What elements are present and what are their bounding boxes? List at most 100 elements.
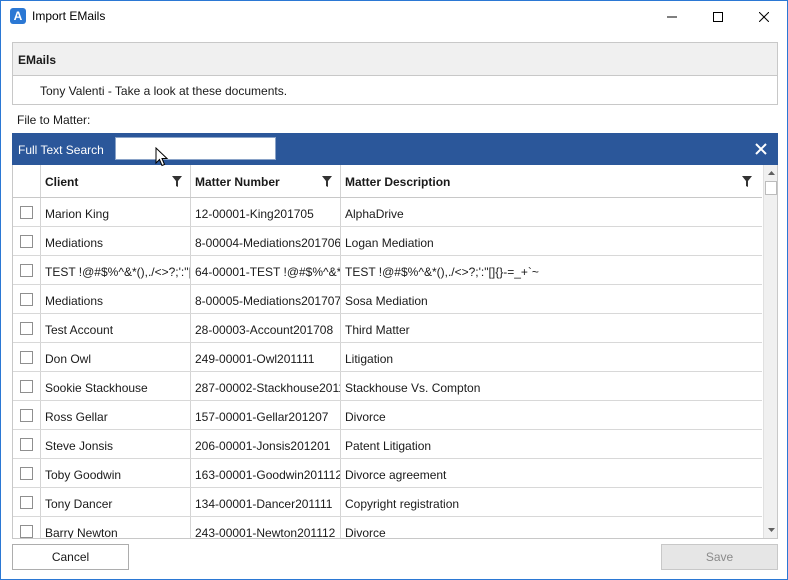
table-row[interactable]: Marion King 12-00001-King201705 AlphaDri… xyxy=(13,198,762,227)
row-checkbox[interactable] xyxy=(20,263,33,277)
client-cell[interactable]: Don Owl xyxy=(41,343,191,371)
row-checkbox-cell[interactable] xyxy=(13,372,41,400)
matter-number-cell[interactable]: 134-00001-Dancer201111 xyxy=(191,488,341,516)
row-checkbox-cell[interactable] xyxy=(13,314,41,342)
title-bar[interactable]: A Import EMails xyxy=(1,1,787,32)
matter-number-cell[interactable]: 28-00003-Account201708 xyxy=(191,314,341,342)
row-checkbox[interactable] xyxy=(20,321,33,335)
clear-search-icon[interactable] xyxy=(753,141,769,157)
matter-number-cell[interactable]: 64-00001-TEST !@#$%^&* xyxy=(191,256,341,284)
matter-description-cell[interactable]: Litigation xyxy=(341,343,762,371)
row-checkbox[interactable] xyxy=(20,466,33,480)
matter-number-cell[interactable]: 287-00002-Stackhouse2011 xyxy=(191,372,341,400)
filter-icon[interactable] xyxy=(742,176,752,187)
column-header-client[interactable]: Client xyxy=(41,165,191,197)
matter-number-cell[interactable]: 12-00001-King201705 xyxy=(191,198,341,226)
matter-description-cell[interactable]: Third Matter xyxy=(341,314,762,342)
row-checkbox-cell[interactable] xyxy=(13,198,41,226)
matter-number-cell[interactable]: 8-00004-Mediations201706 xyxy=(191,227,341,255)
matter-description-cell[interactable]: Divorce xyxy=(341,401,762,429)
client-cell[interactable]: Mediations xyxy=(41,227,191,255)
table-row[interactable]: Toby Goodwin 163-00001-Goodwin201112 Div… xyxy=(13,459,762,488)
matter-description-cell[interactable]: Logan Mediation xyxy=(341,227,762,255)
matters-grid: Client Matter Number Matter Description … xyxy=(12,165,778,539)
matter-description-cell[interactable]: Copyright registration xyxy=(341,488,762,516)
matter-description-cell[interactable]: Sosa Mediation xyxy=(341,285,762,313)
row-checkbox[interactable] xyxy=(20,379,33,393)
email-item[interactable]: Tony Valenti - Take a look at these docu… xyxy=(13,76,777,98)
filter-icon[interactable] xyxy=(172,176,182,187)
grid-header: Client Matter Number Matter Description xyxy=(13,165,762,198)
matter-number-cell[interactable]: 163-00001-Goodwin201112 xyxy=(191,459,341,487)
table-row[interactable]: Ross Gellar 157-00001-Gellar201207 Divor… xyxy=(13,401,762,430)
matter-number-cell[interactable]: 249-00001-Owl201111 xyxy=(191,343,341,371)
column-label-matter-number: Matter Number xyxy=(195,175,280,189)
scroll-up-button[interactable] xyxy=(764,165,777,181)
row-checkbox-cell[interactable] xyxy=(13,488,41,516)
matter-description-cell[interactable]: TEST !@#$%^&*(),./<>?;':"[]{}-=_+`~ xyxy=(341,256,762,284)
row-checkbox-cell[interactable] xyxy=(13,285,41,313)
table-row[interactable]: Mediations 8-00004-Mediations201706 Loga… xyxy=(13,227,762,256)
table-row[interactable]: Barry Newton 243-00001-Newton201112 Divo… xyxy=(13,517,762,538)
column-header-matter-number[interactable]: Matter Number xyxy=(191,165,341,197)
row-checkbox[interactable] xyxy=(20,292,33,306)
client-cell[interactable]: TEST !@#$%^&*(),./<>?;':"| xyxy=(41,256,191,284)
client-cell[interactable]: Tony Dancer xyxy=(41,488,191,516)
select-column-header xyxy=(13,165,41,197)
client-cell[interactable]: Ross Gellar xyxy=(41,401,191,429)
matter-number-cell[interactable]: 8-00005-Mediations201707 xyxy=(191,285,341,313)
file-to-matter-label: File to Matter: xyxy=(17,113,91,127)
vertical-scrollbar[interactable] xyxy=(763,165,777,538)
row-checkbox[interactable] xyxy=(20,350,33,364)
table-row[interactable]: Steve Jonsis 206-00001-Jonsis201201 Pate… xyxy=(13,430,762,459)
table-row[interactable]: Don Owl 249-00001-Owl201111 Litigation xyxy=(13,343,762,372)
maximize-button[interactable] xyxy=(695,1,741,32)
matter-description-cell[interactable]: Divorce xyxy=(341,517,762,538)
matter-description-cell[interactable]: Patent Litigation xyxy=(341,430,762,458)
row-checkbox[interactable] xyxy=(20,205,33,219)
row-checkbox-cell[interactable] xyxy=(13,430,41,458)
row-checkbox-cell[interactable] xyxy=(13,459,41,487)
matter-description-cell[interactable]: Divorce agreement xyxy=(341,459,762,487)
save-button[interactable]: Save xyxy=(661,544,778,570)
minimize-icon xyxy=(667,16,677,17)
row-checkbox-cell[interactable] xyxy=(13,227,41,255)
row-checkbox[interactable] xyxy=(20,437,33,451)
client-cell[interactable]: Test Account xyxy=(41,314,191,342)
row-checkbox-cell[interactable] xyxy=(13,401,41,429)
search-bar: Full Text Search xyxy=(12,133,778,165)
table-row[interactable]: Sookie Stackhouse 287-00002-Stackhouse20… xyxy=(13,372,762,401)
matter-number-cell[interactable]: 157-00001-Gellar201207 xyxy=(191,401,341,429)
matter-number-cell[interactable]: 206-00001-Jonsis201201 xyxy=(191,430,341,458)
row-checkbox-cell[interactable] xyxy=(13,517,41,538)
row-checkbox[interactable] xyxy=(20,524,33,538)
client-cell[interactable]: Toby Goodwin xyxy=(41,459,191,487)
client-cell[interactable]: Sookie Stackhouse xyxy=(41,372,191,400)
filter-icon[interactable] xyxy=(322,176,332,187)
row-checkbox[interactable] xyxy=(20,408,33,422)
scrollbar-thumb[interactable] xyxy=(765,181,777,195)
column-header-matter-description[interactable]: Matter Description xyxy=(341,165,762,197)
import-emails-window: A Import EMails EMails Tony Valenti - Ta… xyxy=(0,0,788,580)
matter-description-cell[interactable]: AlphaDrive xyxy=(341,198,762,226)
app-logo-icon: A xyxy=(10,8,26,24)
cancel-button[interactable]: Cancel xyxy=(12,544,129,570)
row-checkbox-cell[interactable] xyxy=(13,343,41,371)
row-checkbox[interactable] xyxy=(20,234,33,248)
row-checkbox-cell[interactable] xyxy=(13,256,41,284)
search-input[interactable] xyxy=(115,137,276,160)
table-row[interactable]: TEST !@#$%^&*(),./<>?;':"| 64-00001-TEST… xyxy=(13,256,762,285)
client-cell[interactable]: Steve Jonsis xyxy=(41,430,191,458)
scroll-down-button[interactable] xyxy=(764,522,777,538)
client-cell[interactable]: Mediations xyxy=(41,285,191,313)
table-row[interactable]: Tony Dancer 134-00001-Dancer201111 Copyr… xyxy=(13,488,762,517)
matter-number-cell[interactable]: 243-00001-Newton201112 xyxy=(191,517,341,538)
close-window-button[interactable] xyxy=(741,1,787,32)
table-row[interactable]: Mediations 8-00005-Mediations201707 Sosa… xyxy=(13,285,762,314)
matter-description-cell[interactable]: Stackhouse Vs. Compton xyxy=(341,372,762,400)
client-cell[interactable]: Marion King xyxy=(41,198,191,226)
client-cell[interactable]: Barry Newton xyxy=(41,517,191,538)
table-row[interactable]: Test Account 28-00003-Account201708 Thir… xyxy=(13,314,762,343)
row-checkbox[interactable] xyxy=(20,495,33,509)
minimize-button[interactable] xyxy=(649,1,695,32)
